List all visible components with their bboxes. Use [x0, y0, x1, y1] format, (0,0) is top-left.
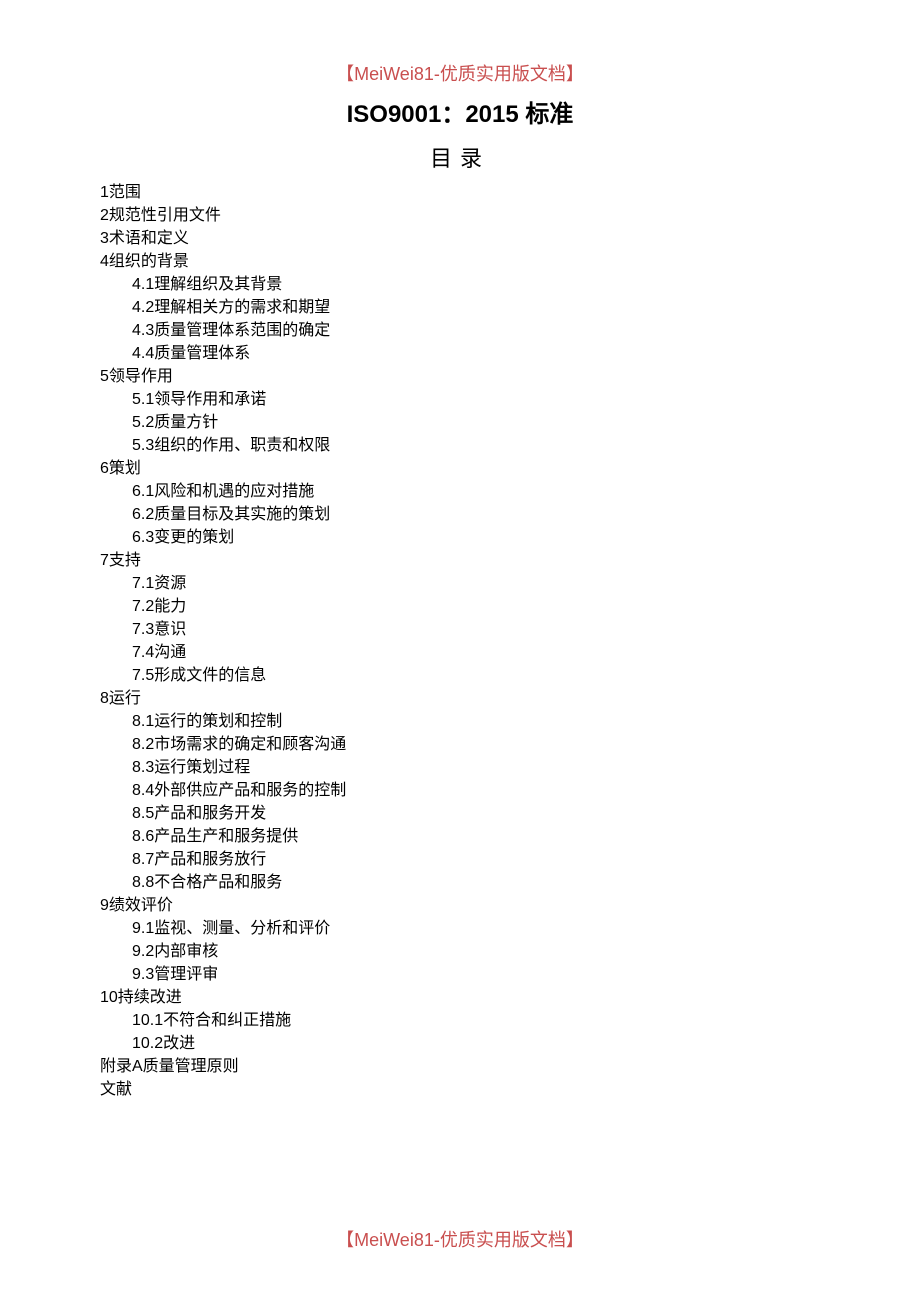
toc-subsection: 9.1监视、测量、分析和评价 [100, 917, 820, 940]
toc-section: 9绩效评价 [100, 894, 820, 917]
toc-section: 3术语和定义 [100, 227, 820, 250]
toc-section: 8运行 [100, 687, 820, 710]
toc-section: 7支持 [100, 549, 820, 572]
main-title: ISO9001：2015 标准 [100, 94, 820, 129]
toc-subsection: 8.8不合格产品和服务 [100, 871, 820, 894]
toc-subsection: 8.1运行的策划和控制 [100, 710, 820, 733]
toc-subsection: 4.3质量管理体系范围的确定 [100, 319, 820, 342]
toc-subsection: 7.4沟通 [100, 641, 820, 664]
toc-subsection: 7.1资源 [100, 572, 820, 595]
toc-subsection: 7.3意识 [100, 618, 820, 641]
header-tag: 【MeiWei81-优质实用版文档】 [100, 60, 820, 86]
toc-subsection: 8.3运行策划过程 [100, 756, 820, 779]
toc-subsection: 6.1风险和机遇的应对措施 [100, 480, 820, 503]
toc-section: 4组织的背景 [100, 250, 820, 273]
toc-subsection: 6.3变更的策划 [100, 526, 820, 549]
toc-section: 1范围 [100, 181, 820, 204]
toc-subsection: 4.4质量管理体系 [100, 342, 820, 365]
toc-section: 附录A质量管理原则 [100, 1055, 820, 1078]
toc-subsection: 5.2质量方针 [100, 411, 820, 434]
toc-section: 6策划 [100, 457, 820, 480]
toc-subsection: 5.1领导作用和承诺 [100, 388, 820, 411]
toc-subsection: 4.2理解相关方的需求和期望 [100, 296, 820, 319]
toc-subsection: 7.5形成文件的信息 [100, 664, 820, 687]
toc-heading: 目录 [100, 141, 820, 173]
toc-subsection: 6.2质量目标及其实施的策划 [100, 503, 820, 526]
toc-subsection: 5.3组织的作用、职责和权限 [100, 434, 820, 457]
toc-subsection: 8.6产品生产和服务提供 [100, 825, 820, 848]
toc-subsection: 9.2内部审核 [100, 940, 820, 963]
toc-section: 5领导作用 [100, 365, 820, 388]
footer-tag: 【MeiWei81-优质实用版文档】 [0, 1226, 920, 1252]
toc-subsection: 8.5产品和服务开发 [100, 802, 820, 825]
toc-subsection: 10.1不符合和纠正措施 [100, 1009, 820, 1032]
toc-list: 1范围2规范性引用文件3术语和定义4组织的背景4.1理解组织及其背景4.2理解相… [100, 181, 820, 1101]
toc-subsection: 9.3管理评审 [100, 963, 820, 986]
toc-subsection: 4.1理解组织及其背景 [100, 273, 820, 296]
toc-section: 文献 [100, 1078, 820, 1101]
toc-subsection: 10.2改进 [100, 1032, 820, 1055]
toc-subsection: 8.4外部供应产品和服务的控制 [100, 779, 820, 802]
toc-section: 10持续改进 [100, 986, 820, 1009]
toc-subsection: 8.2市场需求的确定和顾客沟通 [100, 733, 820, 756]
toc-section: 2规范性引用文件 [100, 204, 820, 227]
toc-subsection: 8.7产品和服务放行 [100, 848, 820, 871]
toc-subsection: 7.2能力 [100, 595, 820, 618]
